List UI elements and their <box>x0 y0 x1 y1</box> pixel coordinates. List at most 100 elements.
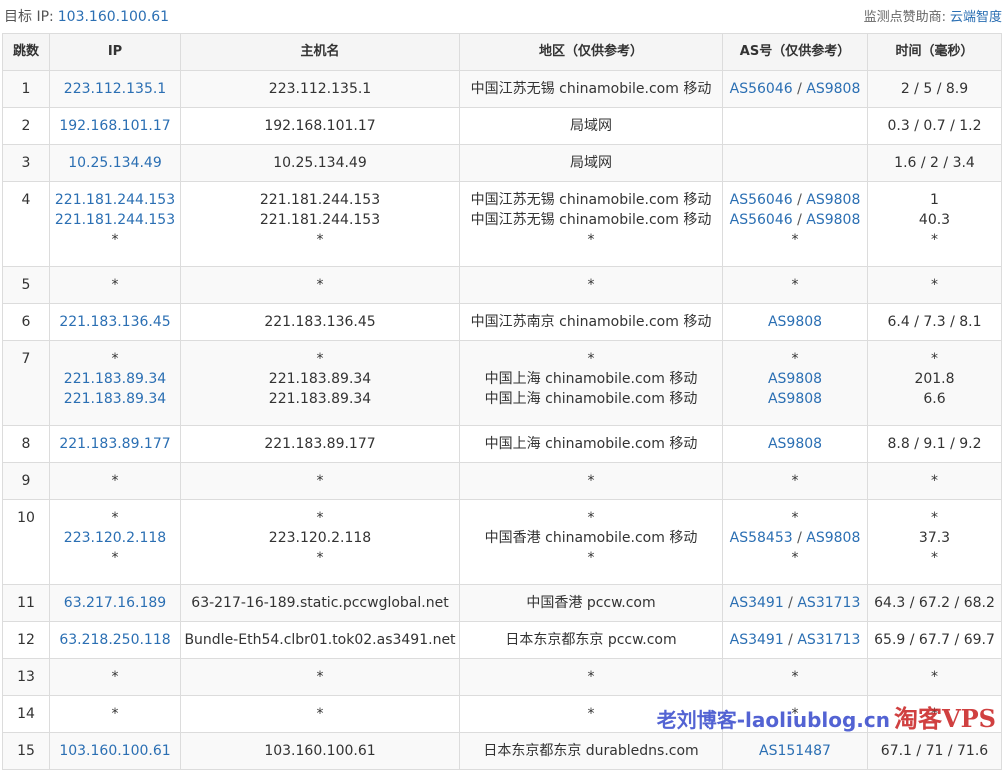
asn-link[interactable]: AS3491 <box>730 632 784 648</box>
asn-link[interactable]: AS58453 <box>730 530 793 546</box>
ip-link[interactable]: 223.120.2.118 <box>51 528 180 548</box>
ip-link[interactable]: 63.218.250.118 <box>51 630 180 650</box>
time-value: 64.3 / 67.2 / 68.2 <box>874 595 995 611</box>
hop-cell: 13 <box>2 658 50 696</box>
asn-link[interactable]: AS9808 <box>768 314 822 330</box>
asn-line: * <box>724 349 867 369</box>
hostname-value: 223.120.2.118 <box>268 530 372 546</box>
hostname-cell: 223.112.135.1 <box>180 70 460 108</box>
asn-cell: AS3491 / AS31713 <box>722 621 868 659</box>
ip-link[interactable]: 103.160.100.61 <box>51 741 180 761</box>
asn-link[interactable]: AS9808 <box>806 192 860 208</box>
region-value: * <box>587 706 595 722</box>
table-body: 1 223.112.135.1 223.112.135.1 中国江苏无锡 chinam… <box>2 70 1002 770</box>
hop-cell: 3 <box>2 144 50 182</box>
hostname-cell: 103.160.100.61 <box>180 732 460 770</box>
hop-cell: 10 <box>2 499 50 585</box>
ip-cell: * <box>49 658 181 696</box>
time-value: * <box>931 706 938 722</box>
ip-value: * <box>111 669 119 685</box>
table-row: 10 * 223.120.2.118 * * 223.120.2.118 * * 中国香港 ch… <box>2 499 1002 585</box>
region-value: * <box>587 550 595 566</box>
time-value: 1 <box>930 192 939 208</box>
time-value: 6.4 / 7.3 / 8.1 <box>887 314 982 330</box>
region-cell: * <box>459 695 723 733</box>
region-value: 中国上海 chinamobile.com 移动 <box>484 436 698 452</box>
ip-link[interactable]: 221.183.89.177 <box>51 434 180 454</box>
asn-separator: / <box>792 81 807 97</box>
time-value: 201.8 <box>914 371 955 387</box>
ip-cell: 221.181.244.153 221.181.244.153 * <box>49 181 181 267</box>
ip-cell: * 223.120.2.118 * <box>49 499 181 585</box>
ip-value: * <box>111 473 119 489</box>
time-cell: * <box>867 462 1002 500</box>
asn-link[interactable]: AS9808 <box>806 81 860 97</box>
time-value: 37.3 <box>918 530 951 546</box>
target-ip-link[interactable]: 103.160.100.61 <box>58 9 169 25</box>
table-row: 13 * * * * * <box>2 658 1002 696</box>
ip-link[interactable]: 221.181.244.153 <box>51 190 180 210</box>
asn-link[interactable]: AS9808 <box>768 391 822 407</box>
asn-value: * <box>791 232 799 248</box>
asn-link[interactable]: AS9808 <box>806 212 860 228</box>
asn-line: * <box>724 230 867 250</box>
time-cell: 67.1 / 71 / 71.6 <box>867 732 1002 770</box>
ip-cell: * <box>49 266 181 304</box>
hop-cell: 11 <box>2 584 50 622</box>
region-cell: * <box>459 462 723 500</box>
hostname-value: 221.181.244.153 <box>259 212 381 228</box>
hop-cell: 8 <box>2 425 50 463</box>
hostname-cell: * 221.183.89.34 221.183.89.34 <box>180 340 460 426</box>
region-value: 中国江苏无锡 chinamobile.com 移动 <box>470 192 712 208</box>
ip-cell: * <box>49 695 181 733</box>
ip-link[interactable]: 221.183.89.34 <box>51 389 180 409</box>
asn-cell: * <box>722 462 868 500</box>
asn-link[interactable]: AS31713 <box>797 632 860 648</box>
hostname-cell: * <box>180 462 460 500</box>
ip-link[interactable]: 63.217.16.189 <box>51 593 180 613</box>
asn-link[interactable]: AS9808 <box>768 436 822 452</box>
ip-link[interactable]: 221.183.89.34 <box>51 369 180 389</box>
time-cell: 0.3 / 0.7 / 1.2 <box>867 107 1002 145</box>
asn-link[interactable]: AS9808 <box>806 530 860 546</box>
hostname-value: * <box>316 706 324 722</box>
asn-link[interactable]: AS3491 <box>730 595 784 611</box>
hop-cell: 9 <box>2 462 50 500</box>
ip-cell: 63.218.250.118 <box>49 621 181 659</box>
ip-cell: 221.183.136.45 <box>49 303 181 341</box>
asn-link[interactable]: AS56046 <box>730 81 793 97</box>
target-label: 目标 IP: <box>4 9 54 25</box>
ip-value: * <box>111 351 119 367</box>
asn-link[interactable]: AS151487 <box>759 743 831 759</box>
region-cell: 中国香港 pccw.com <box>459 584 723 622</box>
time-value: 8.8 / 9.1 / 9.2 <box>887 436 982 452</box>
table-row: 1 223.112.135.1 223.112.135.1 中国江苏无锡 chinam… <box>2 70 1002 108</box>
ip-link[interactable]: 192.168.101.17 <box>51 116 180 136</box>
ip-link[interactable]: 221.181.244.153 <box>51 210 180 230</box>
region-value: 中国香港 pccw.com <box>526 595 656 611</box>
asn-link[interactable]: AS31713 <box>797 595 860 611</box>
region-cell: 中国江苏无锡 chinamobile.com 移动 <box>459 70 723 108</box>
asn-link[interactable]: AS9808 <box>768 371 822 387</box>
ip-cell: 103.160.100.61 <box>49 732 181 770</box>
region-cell: 局域网 <box>459 107 723 145</box>
sponsor-link[interactable]: 云端智度 <box>950 10 1002 25</box>
asn-cell: AS56046 / AS9808 <box>722 70 868 108</box>
time-value: * <box>931 232 938 248</box>
ip-value: * <box>111 510 119 526</box>
hostname-value: 221.183.89.177 <box>264 436 376 452</box>
region-value: * <box>587 473 595 489</box>
asn-line: AS9808 <box>724 389 867 409</box>
hostname-value: 221.183.136.45 <box>264 314 376 330</box>
asn-link[interactable]: AS56046 <box>730 212 793 228</box>
asn-link[interactable]: AS56046 <box>730 192 793 208</box>
hostname-value: 221.181.244.153 <box>259 192 381 208</box>
region-cell: 中国江苏无锡 chinamobile.com 移动 中国江苏无锡 chinamob… <box>459 181 723 267</box>
ip-link[interactable]: 223.112.135.1 <box>51 79 180 99</box>
asn-cell: AS151487 <box>722 732 868 770</box>
asn-value: * <box>791 473 799 489</box>
ip-link[interactable]: 10.25.134.49 <box>51 153 180 173</box>
time-cell: 2 / 5 / 8.9 <box>867 70 1002 108</box>
asn-cell: * AS9808 AS9808 <box>722 340 868 426</box>
ip-link[interactable]: 221.183.136.45 <box>51 312 180 332</box>
